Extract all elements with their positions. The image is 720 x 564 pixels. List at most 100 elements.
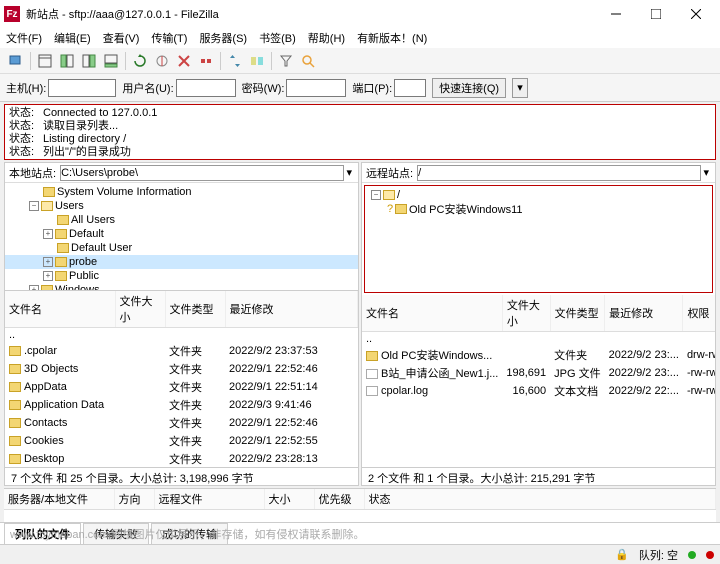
- port-input[interactable]: [394, 79, 426, 97]
- expand-icon[interactable]: +: [43, 257, 53, 267]
- collapse-icon[interactable]: −: [29, 201, 39, 211]
- col-perm[interactable]: 权限: [683, 295, 715, 332]
- expand-icon[interactable]: +: [43, 229, 53, 239]
- refresh-icon[interactable]: [130, 51, 150, 71]
- user-label: 用户名(U):: [122, 80, 173, 96]
- remote-status: 2 个文件 和 1 个目录。大小总计: 215,291 字节: [362, 467, 715, 485]
- close-button[interactable]: [676, 0, 716, 28]
- table-row[interactable]: Old PC安装Windows...文件夹2022/9/2 23:...drw-…: [362, 346, 715, 364]
- table-row[interactable]: Cookies文件夹2022/9/1 22:52:55: [5, 432, 358, 450]
- local-status: 7 个文件 和 25 个目录。大小总计: 3,198,996 字节: [5, 467, 358, 485]
- title-bar: Fz 新站点 - sftp://aaa@127.0.0.1 - FileZill…: [0, 0, 720, 28]
- unknown-icon: ?: [385, 203, 395, 215]
- expand-icon[interactable]: +: [43, 271, 53, 281]
- local-tree[interactable]: System Volume Information −Users All Use…: [5, 183, 358, 291]
- col-prio[interactable]: 优先级: [314, 489, 364, 510]
- table-row[interactable]: cpolar.log16,600文本文档2022/9/2 22:...-rw-r…: [362, 382, 715, 400]
- table-row[interactable]: AppData文件夹2022/9/1 22:51:14: [5, 378, 358, 396]
- folder-icon: [9, 418, 21, 428]
- quick-connect-button[interactable]: 快速连接(Q): [432, 78, 506, 98]
- menu-transfer[interactable]: 传输(T): [151, 30, 187, 46]
- host-input[interactable]: [48, 79, 116, 97]
- user-input[interactable]: [176, 79, 236, 97]
- local-file-list[interactable]: 文件名 文件大小 文件类型 最近修改 ...cpolar文件夹2022/9/2 …: [5, 291, 358, 467]
- col-type[interactable]: 文件类型: [550, 295, 604, 332]
- folder-icon: [57, 243, 69, 253]
- col-server[interactable]: 服务器/本地文件: [4, 489, 114, 510]
- sync-browse-icon[interactable]: [225, 51, 245, 71]
- remote-pane: 远程站点: ▾ −/ ?Old PC安装Windows11 文件名 文件大小 文…: [361, 162, 716, 486]
- filter-icon[interactable]: [276, 51, 296, 71]
- col-size[interactable]: 文件大小: [115, 291, 165, 328]
- folder-icon: [9, 382, 21, 392]
- remote-tree[interactable]: −/ ?Old PC安装Windows11: [364, 185, 713, 293]
- col-modified[interactable]: 最近修改: [605, 295, 683, 332]
- col-type[interactable]: 文件类型: [165, 291, 225, 328]
- menu-bar: 文件(F) 编辑(E) 查看(V) 传输(T) 服务器(S) 书签(B) 帮助(…: [0, 28, 720, 48]
- local-path-label: 本地站点:: [9, 165, 56, 181]
- toolbar: [0, 48, 720, 74]
- site-manager-icon[interactable]: [6, 51, 26, 71]
- menu-help[interactable]: 帮助(H): [308, 30, 345, 46]
- table-row[interactable]: ..: [362, 332, 715, 347]
- table-row[interactable]: Contacts文件夹2022/9/1 22:52:46: [5, 414, 358, 432]
- dropdown-icon[interactable]: ▾: [701, 166, 711, 179]
- menu-edit[interactable]: 编辑(E): [54, 30, 91, 46]
- transfer-queue[interactable]: 服务器/本地文件 方向 远程文件 大小 优先级 状态: [4, 488, 716, 522]
- indicator-icon: [688, 551, 696, 559]
- host-label: 主机(H):: [6, 80, 46, 96]
- password-input[interactable]: [286, 79, 346, 97]
- cancel-icon[interactable]: [174, 51, 194, 71]
- pass-label: 密码(W):: [242, 80, 285, 96]
- folder-icon: [9, 364, 21, 374]
- collapse-icon[interactable]: −: [371, 190, 381, 200]
- toggle-log-icon[interactable]: [35, 51, 55, 71]
- quick-connect-bar: 主机(H): 用户名(U): 密码(W): 端口(P): 快速连接(Q) ▾: [0, 74, 720, 102]
- col-name[interactable]: 文件名: [362, 295, 502, 332]
- remote-path-input[interactable]: [417, 165, 701, 181]
- col-dir[interactable]: 方向: [114, 489, 154, 510]
- lock-icon[interactable]: 🔒: [615, 548, 629, 561]
- menu-server[interactable]: 服务器(S): [199, 30, 247, 46]
- table-row[interactable]: Desktop文件夹2022/9/2 23:28:13: [5, 450, 358, 467]
- col-modified[interactable]: 最近修改: [225, 291, 358, 328]
- col-status[interactable]: 状态: [364, 489, 716, 510]
- disconnect-icon[interactable]: [196, 51, 216, 71]
- local-path-input[interactable]: [60, 165, 344, 181]
- menu-view[interactable]: 查看(V): [103, 30, 140, 46]
- search-icon[interactable]: [298, 51, 318, 71]
- remote-file-list[interactable]: 文件名 文件大小 文件类型 最近修改 权限 所有者/组 ..Old PC安装Wi…: [362, 295, 715, 467]
- menu-file[interactable]: 文件(F): [6, 30, 42, 46]
- folder-icon: [9, 346, 21, 356]
- col-size[interactable]: 文件大小: [502, 295, 550, 332]
- quick-connect-dropdown[interactable]: ▾: [512, 78, 528, 98]
- menu-new-version[interactable]: 有新版本！(N): [357, 30, 427, 46]
- table-row[interactable]: B站_申请公函_New1.j...198,691JPG 文件2022/9/2 2…: [362, 364, 715, 382]
- folder-icon: [57, 215, 69, 225]
- compare-icon[interactable]: [247, 51, 267, 71]
- folder-icon: [55, 271, 67, 281]
- col-name[interactable]: 文件名: [5, 291, 115, 328]
- maximize-button[interactable]: [636, 0, 676, 28]
- table-row[interactable]: 3D Objects文件夹2022/9/1 22:52:46: [5, 360, 358, 378]
- col-remote[interactable]: 远程文件: [154, 489, 264, 510]
- log-line: Listing directory /: [43, 133, 126, 146]
- folder-icon: [41, 201, 53, 211]
- message-log[interactable]: 状态:Connected to 127.0.0.1 状态:读取目录列表... 状…: [4, 104, 716, 160]
- toggle-remote-tree-icon[interactable]: [79, 51, 99, 71]
- table-row[interactable]: ..: [5, 328, 358, 343]
- col-size[interactable]: 大小: [264, 489, 314, 510]
- table-row[interactable]: Application Data文件夹2022/9/3 9:41:46: [5, 396, 358, 414]
- menu-bookmarks[interactable]: 书签(B): [259, 30, 296, 46]
- dropdown-icon[interactable]: ▾: [344, 166, 354, 179]
- folder-icon: [55, 229, 67, 239]
- folder-icon: [366, 351, 378, 361]
- minimize-button[interactable]: [596, 0, 636, 28]
- local-pane: 本地站点: ▾ System Volume Information −Users…: [4, 162, 359, 486]
- folder-icon: [43, 187, 55, 197]
- toggle-local-tree-icon[interactable]: [57, 51, 77, 71]
- table-row[interactable]: .cpolar文件夹2022/9/2 23:37:53: [5, 342, 358, 360]
- folder-icon: [9, 454, 21, 464]
- toggle-queue-icon[interactable]: [101, 51, 121, 71]
- process-queue-icon[interactable]: [152, 51, 172, 71]
